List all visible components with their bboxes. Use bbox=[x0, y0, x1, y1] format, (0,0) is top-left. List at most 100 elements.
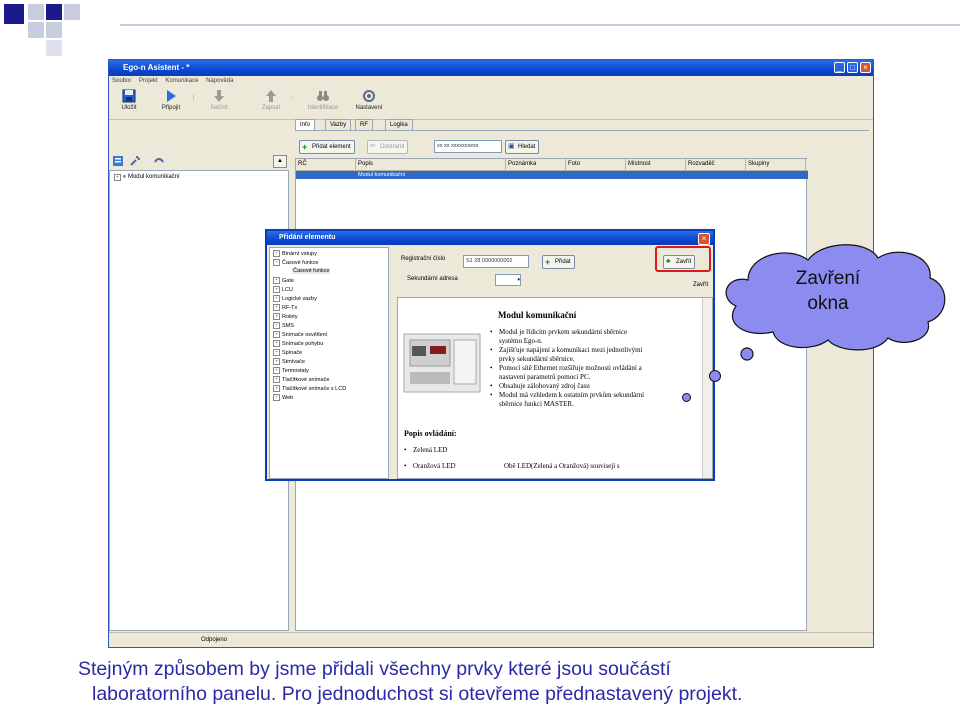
table-header: RČ Popis Poznámka Foto Místnost Rozvaděč… bbox=[296, 159, 808, 171]
deco-square bbox=[28, 22, 44, 38]
identify-button[interactable]: Identifikace bbox=[305, 89, 341, 111]
tree-item[interactable]: + Web bbox=[273, 394, 293, 401]
col-popis[interactable]: Popis bbox=[356, 159, 506, 170]
status-bar: Odpojeno bbox=[109, 632, 873, 647]
element-type-tree: + Binární vstupy − Časové funkce Časové fu… bbox=[269, 247, 389, 479]
slide-caption: Stejným způsobem by jsme přidali všechny… bbox=[78, 657, 958, 707]
deco-square bbox=[46, 22, 62, 38]
table-row[interactable]: Modul komunikační bbox=[296, 171, 808, 179]
col-rozvadec[interactable]: Rozvaděč bbox=[686, 159, 746, 170]
tree-item[interactable]: + Stmívače bbox=[273, 358, 305, 365]
tree-item[interactable]: + Snímače pohybu bbox=[273, 340, 323, 347]
tree-item[interactable]: − Časové funkce bbox=[273, 259, 318, 266]
highlight-box bbox=[655, 246, 711, 272]
reg-number-input[interactable]: S1 28 0000000002 bbox=[463, 255, 529, 268]
callout-bubble-small bbox=[709, 370, 721, 382]
module-photo-icon bbox=[403, 333, 481, 393]
read-button[interactable]: Načíst bbox=[201, 89, 237, 111]
dialog-close-label[interactable]: Zavřít bbox=[693, 282, 708, 288]
scissors-icon: ✂ bbox=[370, 143, 376, 150]
binoculars-icon bbox=[317, 91, 329, 101]
deco-square bbox=[64, 4, 80, 20]
secondary-address-select[interactable]: ▾ bbox=[495, 274, 521, 286]
callout-text: Zavření okna bbox=[795, 268, 861, 314]
secondary-address-label: Sekundární adresa bbox=[407, 276, 458, 282]
wrench-icon[interactable] bbox=[129, 155, 141, 167]
menu-soubor[interactable]: Soubor bbox=[112, 78, 131, 84]
save-button[interactable]: Uložit bbox=[111, 89, 147, 111]
tree-item[interactable]: + Tlačítkové snímače s LCD bbox=[273, 385, 346, 392]
add-element-dialog: Přidání elementu × + Binární vstupy − Časo… bbox=[265, 229, 715, 481]
connect-icon bbox=[167, 90, 176, 102]
tree-item-selected[interactable]: Časové funkce bbox=[292, 268, 331, 274]
col-mistnost[interactable]: Místnost bbox=[626, 159, 686, 170]
tree-item[interactable]: + Termostaty bbox=[273, 367, 309, 374]
caption-line-2: laboratorního panelu. Pro jednoduchost s… bbox=[92, 683, 743, 705]
toolbar: Uložit Připojit | Načíst - Zapsat - Iden… bbox=[109, 87, 873, 120]
tree-item[interactable]: + Gate bbox=[273, 277, 294, 284]
deco-square bbox=[4, 4, 24, 24]
menu-komunikace[interactable]: Komunikace bbox=[165, 78, 198, 84]
tree-item[interactable]: + SMS bbox=[273, 322, 294, 329]
connection-status: Odpojeno bbox=[201, 637, 228, 643]
dialog-titlebar[interactable]: Přidání elementu bbox=[267, 231, 713, 245]
deco-line bbox=[120, 24, 960, 26]
download-icon bbox=[214, 90, 224, 102]
col-rc[interactable]: RČ bbox=[296, 159, 356, 170]
remove-button[interactable]: ✂ Odstranit bbox=[367, 140, 409, 154]
left-toolbar: ▲ bbox=[109, 153, 289, 170]
connect-button[interactable]: Připojit bbox=[153, 89, 189, 111]
doc-scrollbar[interactable] bbox=[702, 298, 712, 478]
upload-icon bbox=[266, 90, 276, 102]
maximize-button[interactable]: □ bbox=[847, 62, 858, 73]
link-icon[interactable] bbox=[153, 155, 165, 167]
write-button[interactable]: Zapsat bbox=[253, 89, 289, 111]
caption-line-1: Stejným způsobem by jsme přidali všechny… bbox=[78, 658, 671, 680]
add-element-button[interactable]: + Přidat element bbox=[299, 140, 355, 154]
window-titlebar[interactable]: Ego-n Asistent - * bbox=[109, 60, 873, 76]
module-bullets: Modul je řídicím prvkem sekundární sběrn… bbox=[490, 328, 644, 409]
minimize-button[interactable]: _ bbox=[834, 62, 845, 73]
controls-list: Zelená LED Oranžová LED bbox=[404, 446, 456, 471]
module-heading: Modul komunikační bbox=[498, 310, 577, 320]
tree-item[interactable]: + Binární vstupy bbox=[273, 250, 317, 257]
close-button[interactable]: × bbox=[860, 62, 871, 73]
search-button[interactable]: ▣ Hledat bbox=[505, 140, 540, 154]
tree-item-root[interactable]: + ● Modul komunikační bbox=[114, 174, 180, 181]
tree-item[interactable]: + Logické vazby bbox=[273, 295, 317, 302]
plus-icon: + bbox=[302, 142, 308, 152]
menu-projekt[interactable]: Projekt bbox=[139, 78, 158, 84]
list-icon[interactable] bbox=[112, 155, 124, 167]
col-poznamka[interactable]: Poznámka bbox=[506, 159, 566, 170]
reg-number-label: Registrační číslo bbox=[401, 256, 446, 262]
col-skupiny[interactable]: Skupiny bbox=[746, 159, 806, 170]
tree-item[interactable]: + Snímače osvětlení bbox=[273, 331, 327, 338]
menu-bar: Soubor Projekt Komunikace Nápověda bbox=[109, 76, 873, 87]
deco-square bbox=[28, 4, 44, 20]
gear-icon bbox=[363, 90, 375, 102]
tree-item[interactable]: + LCU bbox=[273, 286, 293, 293]
controls-desc: Obě LED(Zelená a Oranžová) souvisejí s bbox=[504, 462, 620, 470]
deco-square bbox=[46, 40, 62, 56]
binoculars-icon: ▣ bbox=[508, 143, 515, 150]
tree-item[interactable]: + Spínače bbox=[273, 349, 302, 356]
menu-napoveda[interactable]: Nápověda bbox=[206, 78, 233, 84]
tree-item[interactable]: + Tlačítkové snímače bbox=[273, 376, 329, 383]
dialog-close-icon[interactable]: × bbox=[698, 233, 710, 245]
controls-heading: Popis ovládání: bbox=[404, 429, 457, 438]
col-foto[interactable]: Foto bbox=[566, 159, 626, 170]
search-input[interactable]: xx xx xxxxxxxxxx bbox=[434, 140, 502, 153]
save-icon bbox=[122, 89, 136, 103]
callout-bubble-tiny bbox=[682, 393, 691, 402]
module-icon: ● bbox=[122, 174, 127, 180]
tree-item[interactable]: + Rolety bbox=[273, 313, 298, 320]
element-description: Modul komunikační Modul je řídicím prvke… bbox=[397, 297, 713, 479]
plus-icon: + bbox=[545, 257, 551, 267]
window-title: Ego-n Asistent - * bbox=[123, 63, 190, 72]
deco-square bbox=[46, 4, 62, 20]
tree-item[interactable]: + RF-Tx bbox=[273, 304, 297, 311]
project-tree: + ● Modul komunikační bbox=[109, 170, 289, 631]
dialog-add-button[interactable]: + Přidat bbox=[542, 255, 575, 269]
collapse-button[interactable]: ▲ bbox=[273, 155, 287, 168]
settings-button[interactable]: Nastavení bbox=[351, 89, 387, 111]
